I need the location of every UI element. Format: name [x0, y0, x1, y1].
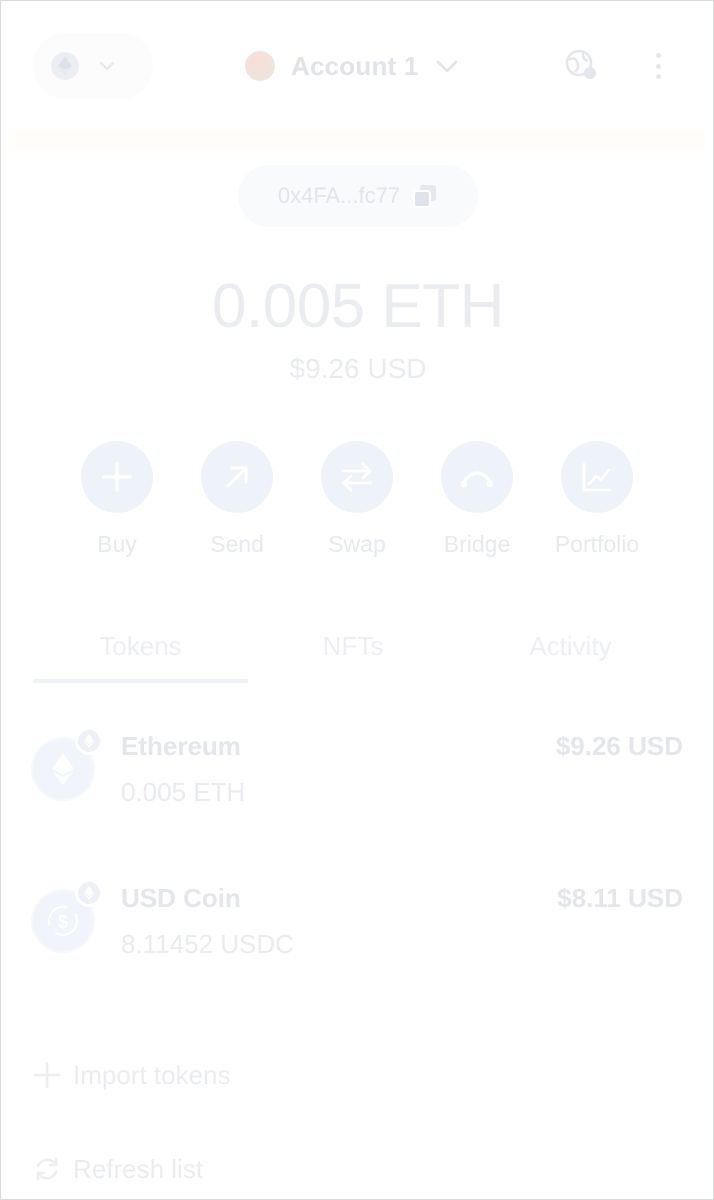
token-amount: 8.11452 USDC: [121, 929, 294, 959]
token-value: $8.11 USD: [557, 883, 683, 913]
balance-primary: 0.005 ETH: [212, 272, 504, 341]
balance-secondary: $9.26 USD: [289, 353, 427, 384]
buy-label: Buy: [97, 531, 137, 557]
account-address: 0x4FA...fc77: [277, 183, 401, 208]
chevron-down-icon: [99, 61, 115, 71]
token-value: $9.26 USD: [555, 731, 683, 761]
account-name: Account 1: [291, 50, 419, 81]
buy-button[interactable]: Buy: [57, 441, 177, 558]
swap-arrows-icon: [321, 441, 393, 513]
avatar: [245, 51, 275, 81]
plus-icon: [81, 441, 153, 513]
send-label: Send: [210, 531, 264, 557]
import-tokens-label: Import tokens: [73, 1059, 231, 1090]
send-button[interactable]: Send: [177, 441, 297, 558]
kebab-menu-icon[interactable]: [647, 49, 669, 83]
copy-icon: [412, 183, 438, 209]
portfolio-label: Portfolio: [554, 531, 640, 557]
swap-button[interactable]: Swap: [297, 441, 417, 558]
token-amount: 0.005 ETH: [121, 777, 246, 807]
svg-text:$: $: [58, 912, 68, 932]
arrow-up-right-icon: [201, 441, 273, 513]
banner-strip: [11, 129, 705, 151]
ethereum-network-badge-icon: [75, 727, 103, 755]
refresh-list-label: Refresh list: [73, 1153, 204, 1184]
import-tokens-link[interactable]: Import tokens: [33, 1055, 231, 1095]
token-name: USD Coin: [121, 883, 241, 913]
token-name: Ethereum: [121, 731, 241, 761]
ethereum-network-badge-icon: [75, 879, 103, 907]
header: Account 1: [1, 1, 713, 129]
action-bar: Buy Send Swap Bridge Portfolio: [57, 441, 657, 558]
token-row-ethereum[interactable]: Ethereum 0.005 ETH $9.26 USD: [33, 721, 683, 821]
tab-bar: Tokens NFTs Activity: [33, 623, 683, 683]
tab-tokens[interactable]: Tokens: [33, 623, 248, 683]
swap-label: Swap: [328, 531, 386, 557]
tab-activity[interactable]: Activity: [458, 623, 683, 683]
tab-nfts[interactable]: NFTs: [248, 623, 458, 683]
ethereum-icon: [51, 52, 79, 80]
bridge-icon: [441, 441, 513, 513]
chevron-down-icon: [437, 60, 458, 73]
refresh-icon: [36, 1157, 58, 1181]
globe-connection-icon[interactable]: [563, 47, 601, 85]
wallet-popup: Account 1 0x4FA...fc77 0.005 ETH $9.26 U…: [0, 0, 714, 1200]
bridge-label: Bridge: [443, 531, 511, 557]
token-icon-wrap: [33, 727, 103, 801]
network-picker[interactable]: [33, 33, 153, 99]
bridge-button[interactable]: Bridge: [417, 441, 537, 558]
address-copy-button[interactable]: 0x4FA...fc77: [238, 165, 478, 227]
plus-icon: [33, 1061, 61, 1089]
account-picker[interactable]: Account 1: [245, 45, 460, 87]
portfolio-button[interactable]: Portfolio: [537, 441, 657, 558]
chart-icon: [561, 441, 633, 513]
refresh-list-link[interactable]: Refresh list: [33, 1149, 203, 1189]
token-row-usdc[interactable]: $ USD Coin 8.11452 USDC $8.11 USD: [33, 873, 683, 973]
token-icon-wrap: $: [33, 879, 103, 953]
